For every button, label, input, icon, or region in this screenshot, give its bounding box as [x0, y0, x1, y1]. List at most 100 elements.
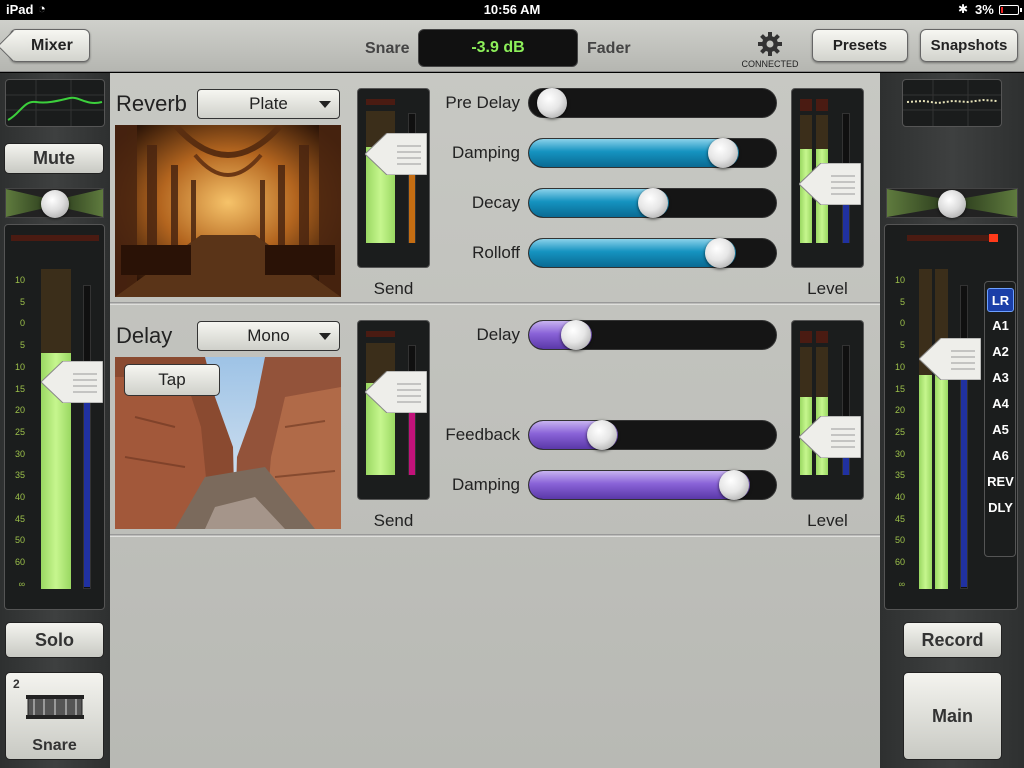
scale-tick-label: 30: [894, 448, 905, 459]
fader-value-display: -3.9 dB: [418, 29, 578, 67]
bus-item-a4[interactable]: A4: [987, 392, 1014, 416]
scale-tick-label: 15: [894, 383, 905, 394]
main-pan-control[interactable]: [886, 188, 1018, 218]
delay-param-label: Delay: [476, 325, 520, 344]
connection-status: CONNECTED: [741, 59, 799, 69]
reverb-send-label: Send: [373, 279, 414, 298]
scale-tick-label: 35: [894, 470, 905, 481]
reverb-param-label: Decay: [471, 193, 520, 212]
channel-fader[interactable]: 10 5 0 5 10 15 20 25 30 35 40 45 50 60 ∞: [4, 224, 105, 610]
scale-tick-label: 0: [899, 318, 905, 329]
scale-tick-label: 45: [14, 513, 25, 524]
section-divider: [110, 534, 880, 537]
pan-control[interactable]: [5, 188, 104, 218]
scale-tick-label: 50: [14, 535, 25, 546]
clock: 10:56 AM: [483, 2, 541, 17]
pan-knob[interactable]: [41, 190, 69, 218]
delay-send-fader-cap[interactable]: [365, 371, 427, 413]
section-divider: [110, 302, 880, 305]
status-bar: iPad ◔ 10:56 AM ✱ 3%: [0, 0, 1024, 20]
channel-name: Snare: [365, 40, 410, 57]
main-pan-knob[interactable]: [938, 190, 966, 218]
channel-select-button[interactable]: 2 Snare: [5, 672, 104, 760]
reverb-level-label: Level: [807, 279, 848, 298]
solo-button[interactable]: Solo: [5, 622, 104, 658]
record-button[interactable]: Record: [903, 622, 1002, 658]
delay-send-fader[interactable]: [357, 320, 430, 500]
reverb-param-label: Damping: [451, 143, 520, 162]
reverb-title: Reverb: [116, 91, 187, 116]
main-eq-thumbnail[interactable]: [902, 79, 1002, 127]
bluetooth-icon: ✱: [958, 2, 969, 16]
battery-icon: [999, 5, 1022, 15]
delay-level-fader-cap[interactable]: [799, 416, 861, 458]
main-eq-curve-graphic: [903, 80, 1001, 126]
reverb-param-slider-knob[interactable]: [705, 238, 735, 268]
reverb-param-slider[interactable]: [528, 138, 777, 168]
main-button[interactable]: Main: [903, 672, 1002, 760]
delay-param-slider-knob[interactable]: [719, 470, 749, 500]
reverb-param-label: Rolloff: [472, 243, 520, 262]
eq-curve-graphic: [6, 80, 104, 126]
delay-send-label: Send: [373, 511, 414, 530]
back-arrow-icon: [0, 30, 29, 62]
bus-item-dly[interactable]: DLY: [987, 496, 1014, 520]
chevron-down-icon: [319, 101, 331, 108]
delay-param-slider-knob[interactable]: [561, 320, 591, 350]
main-fader-track-fill: [961, 375, 967, 587]
snapshots-button[interactable]: Snapshots: [920, 29, 1018, 62]
main-fader-cap[interactable]: [919, 338, 981, 380]
scale-tick-label: 45: [894, 513, 905, 524]
reverb-type-dropdown[interactable]: Plate: [197, 89, 340, 119]
reverb-type-value: Plate: [249, 94, 288, 113]
reverb-param-label: Pre Delay: [445, 93, 520, 112]
scale-tick-label: ∞: [898, 578, 905, 589]
reverb-image: [115, 125, 341, 297]
main-meter-r: [935, 375, 948, 589]
fader-cap[interactable]: [41, 361, 103, 403]
bus-item-a3[interactable]: A3: [987, 366, 1014, 390]
bus-item-lr[interactable]: LR: [987, 288, 1014, 312]
mute-button[interactable]: Mute: [4, 143, 104, 174]
scale-tick-label: 0: [19, 318, 25, 329]
bus-selector: LR A1 A2 A3 A4 A5 A6 REV DLY: [984, 281, 1016, 557]
reverb-level-fader-cap[interactable]: [799, 163, 861, 205]
delay-param-slider[interactable]: [528, 420, 777, 450]
tap-tempo-button[interactable]: Tap: [124, 364, 220, 396]
bus-item-a5[interactable]: A5: [987, 418, 1014, 442]
delay-type-value: Mono: [247, 326, 290, 345]
channel-number: 2: [13, 677, 20, 691]
scale-tick-label: 40: [894, 492, 905, 502]
delay-level-fader[interactable]: [791, 320, 864, 500]
reverb-param-slider-knob[interactable]: [537, 88, 567, 118]
reverb-send-fader[interactable]: [357, 88, 430, 268]
bus-item-a1[interactable]: A1: [987, 314, 1014, 338]
bus-item-a2[interactable]: A2: [987, 340, 1014, 364]
bus-item-rev[interactable]: REV: [987, 470, 1014, 494]
presets-button[interactable]: Presets: [812, 29, 908, 62]
scale-tick-label: 5: [19, 296, 25, 307]
reverb-param-slider[interactable]: [528, 238, 777, 268]
fader-track-fill: [84, 401, 90, 587]
bus-item-a6[interactable]: A6: [987, 444, 1014, 468]
snare-drum-icon: [26, 695, 84, 719]
channel-select-label: Snare: [32, 737, 77, 754]
fader-scale: 10 5 0 5 10 15 20 25 30 35 40 45 50 60 ∞: [7, 275, 27, 595]
main-meter-l: [919, 375, 932, 589]
reverb-param-slider-knob[interactable]: [638, 188, 668, 218]
reverb-param-slider-knob[interactable]: [708, 138, 738, 168]
delay-type-dropdown[interactable]: Mono: [197, 321, 340, 351]
scale-tick-label: 5: [899, 296, 905, 307]
delay-param-label: Damping: [451, 475, 520, 494]
scale-tick-label: 30: [14, 448, 25, 459]
scale-tick-label: 25: [14, 426, 25, 437]
scale-tick-label: 10: [894, 275, 905, 285]
reverb-level-fader[interactable]: [791, 88, 864, 268]
eq-thumbnail[interactable]: [5, 79, 105, 127]
back-to-mixer-button[interactable]: Mixer: [0, 29, 90, 62]
delay-param-slider-knob[interactable]: [587, 420, 617, 450]
scale-tick-label: 10: [14, 275, 25, 285]
delay-title: Delay: [116, 323, 173, 348]
top-toolbar: Mixer Snare -3.9 dB Fader CONNECTED Pres…: [0, 20, 1024, 72]
gear-icon[interactable]: [757, 31, 783, 57]
